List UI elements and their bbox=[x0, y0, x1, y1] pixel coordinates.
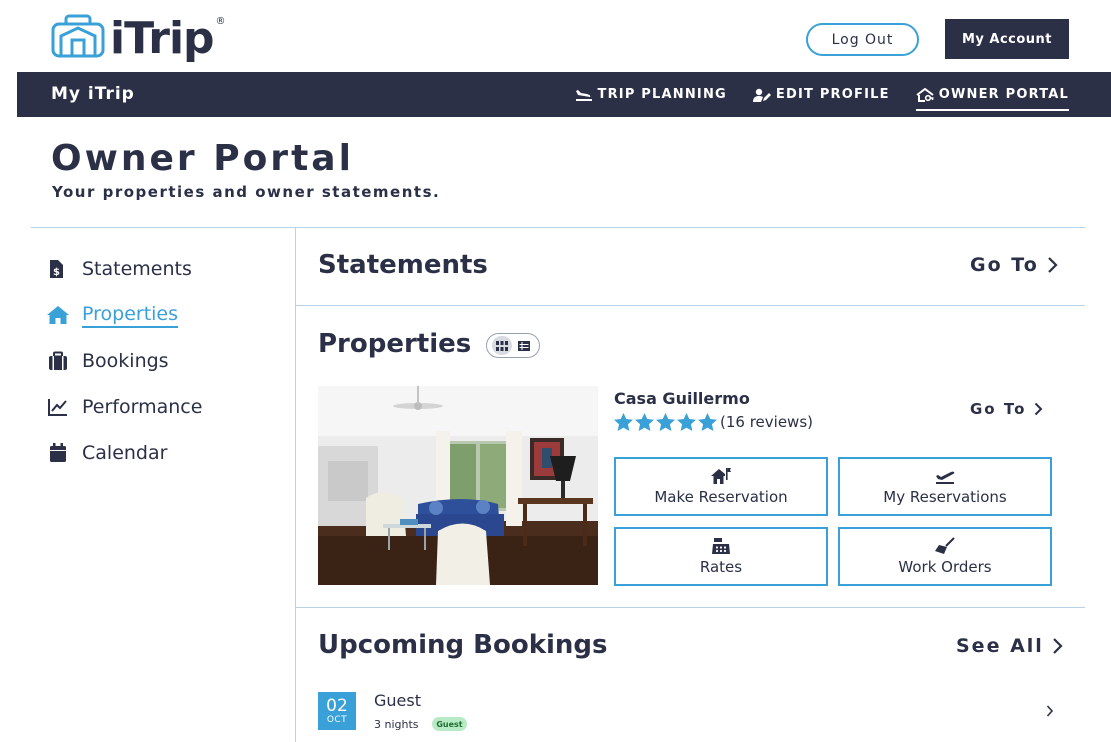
registered-mark: ® bbox=[215, 16, 226, 27]
goto-label: Go To bbox=[970, 400, 1027, 418]
list-view-button[interactable] bbox=[514, 336, 534, 355]
chevron-right-icon bbox=[1035, 402, 1043, 416]
booking-date-badge: 02 OCT bbox=[318, 692, 356, 730]
chevron-right-icon bbox=[1047, 257, 1058, 273]
main-nav: My iTrip TRIP PLANNING EDIT PROFILE OWNE… bbox=[17, 72, 1111, 117]
house-key-icon bbox=[916, 87, 934, 102]
work-orders-button[interactable]: Work Orders bbox=[838, 527, 1052, 586]
see-all-link[interactable]: See All bbox=[956, 635, 1063, 657]
booking-month: OCT bbox=[326, 714, 348, 725]
log-out-button[interactable]: Log Out bbox=[806, 23, 919, 56]
nav-label: TRIP PLANNING bbox=[597, 87, 727, 102]
my-account-button[interactable]: My Account bbox=[945, 19, 1069, 59]
statements-goto-link[interactable]: Go To bbox=[970, 254, 1058, 276]
review-count[interactable]: (16 reviews) bbox=[720, 413, 813, 431]
my-reservations-button[interactable]: My Reservations bbox=[838, 457, 1052, 516]
rates-button[interactable]: Rates bbox=[614, 527, 828, 586]
action-label: Work Orders bbox=[898, 558, 992, 576]
itrip-logo[interactable]: iTrip ® bbox=[50, 14, 226, 64]
star-icon bbox=[656, 413, 675, 431]
nav-brand[interactable]: My iTrip bbox=[51, 72, 135, 117]
view-toggle bbox=[486, 333, 540, 358]
itrip-house-logo-icon bbox=[51, 14, 105, 58]
title-divider bbox=[31, 227, 1085, 228]
star-icon bbox=[677, 413, 696, 431]
star-icon bbox=[614, 413, 633, 431]
nav-item-owner-portal[interactable]: OWNER PORTAL bbox=[915, 72, 1070, 117]
user-edit-icon bbox=[752, 88, 771, 102]
grid-view-button[interactable] bbox=[492, 336, 512, 355]
action-label: My Reservations bbox=[883, 488, 1007, 506]
brand-name: iTrip bbox=[110, 13, 215, 64]
top-header: iTrip ® Log Out My Account bbox=[0, 0, 1111, 72]
star-icon bbox=[635, 413, 654, 431]
sidebar-item-calendar[interactable]: Calendar bbox=[47, 430, 277, 476]
booking-day: 02 bbox=[326, 695, 348, 716]
chevron-right-icon bbox=[1053, 638, 1063, 654]
plane-landing-icon bbox=[575, 89, 592, 101]
sidebar-item-label: Performance bbox=[82, 396, 203, 418]
statements-title: Statements bbox=[318, 250, 488, 280]
sidebar-item-label: Calendar bbox=[82, 442, 168, 464]
property-photo-image bbox=[318, 386, 598, 585]
chevron-right-icon[interactable] bbox=[1046, 704, 1054, 718]
properties-title: Properties bbox=[318, 329, 472, 359]
upcoming-bookings-title: Upcoming Bookings bbox=[318, 630, 608, 660]
star-icon bbox=[698, 413, 717, 431]
svg-text:$: $ bbox=[53, 267, 60, 278]
home-icon bbox=[47, 306, 69, 324]
sidebar-item-bookings[interactable]: Bookings bbox=[47, 338, 277, 384]
property-name[interactable]: Casa Guillermo bbox=[614, 389, 750, 408]
booking-guest-name: Guest bbox=[374, 691, 421, 710]
sidebar-item-properties[interactable]: Properties bbox=[47, 292, 277, 338]
sidebar-item-label: Statements bbox=[82, 258, 192, 280]
sidebar-item-label: Properties bbox=[82, 303, 179, 328]
file-dollar-icon: $ bbox=[50, 260, 63, 278]
chart-line-icon bbox=[48, 399, 67, 416]
calendar-icon bbox=[50, 443, 66, 462]
page-title: Owner Portal bbox=[51, 138, 354, 179]
suitcase-icon bbox=[49, 351, 67, 370]
cash-register-icon bbox=[712, 538, 730, 554]
broom-icon bbox=[935, 537, 955, 554]
sidebar-item-label: Bookings bbox=[82, 350, 169, 372]
nav-item-trip-planning[interactable]: TRIP PLANNING bbox=[575, 72, 727, 117]
see-all-label: See All bbox=[956, 635, 1044, 657]
nav-label: EDIT PROFILE bbox=[775, 87, 890, 102]
section-divider bbox=[296, 607, 1085, 608]
section-divider bbox=[296, 305, 1085, 306]
make-reservation-button[interactable]: Make Reservation bbox=[614, 457, 828, 516]
list-icon bbox=[518, 340, 530, 351]
sidebar: $ Statements Properties Bookings Perform… bbox=[47, 246, 277, 476]
house-flag-icon bbox=[711, 468, 731, 484]
goto-label: Go To bbox=[970, 254, 1039, 276]
nav-items: TRIP PLANNING EDIT PROFILE OWNER PORTAL bbox=[549, 72, 1070, 117]
nav-item-edit-profile[interactable]: EDIT PROFILE bbox=[752, 72, 890, 117]
property-rating: (16 reviews) bbox=[614, 413, 813, 431]
property-goto-link[interactable]: Go To bbox=[970, 400, 1043, 418]
booking-nights: 3 nights bbox=[374, 718, 419, 731]
property-photo[interactable] bbox=[318, 386, 598, 585]
action-label: Make Reservation bbox=[654, 488, 788, 506]
sidebar-item-performance[interactable]: Performance bbox=[47, 384, 277, 430]
page-subtitle: Your properties and owner statements. bbox=[52, 183, 441, 201]
nav-label: OWNER PORTAL bbox=[938, 87, 1069, 102]
grid-icon bbox=[496, 340, 508, 351]
plane-departure-icon bbox=[936, 471, 955, 484]
action-label: Rates bbox=[699, 558, 743, 576]
sidebar-item-statements[interactable]: $ Statements bbox=[47, 246, 277, 292]
booking-type-badge: Guest bbox=[432, 717, 467, 731]
